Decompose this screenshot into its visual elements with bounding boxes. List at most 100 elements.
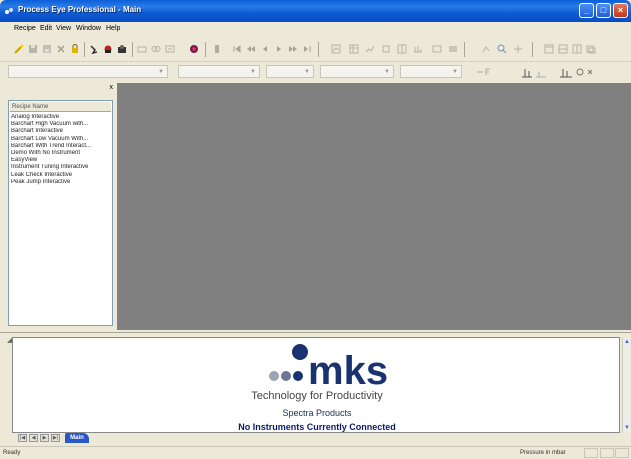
maximize-button[interactable]: □: [596, 3, 611, 18]
play-icon[interactable]: [274, 44, 284, 54]
zoom-icon[interactable]: [497, 44, 507, 54]
recipe-name-column-header[interactable]: Recipe Name: [10, 102, 111, 112]
mdi-workspace[interactable]: [117, 83, 631, 330]
toolbar-separator: [464, 42, 465, 57]
save-icon[interactable]: [28, 44, 38, 54]
list-item[interactable]: Barchart High Vacuum with...: [11, 121, 111, 128]
zoom-fit-icon[interactable]: [432, 44, 442, 54]
view-icon[interactable]: [381, 44, 391, 54]
toolbar-separator: [84, 42, 85, 57]
link-icon[interactable]: [137, 44, 147, 54]
table-icon[interactable]: [349, 44, 359, 54]
brand-wordmark: mks: [308, 349, 388, 388]
list-item[interactable]: Peak Jump Interactive: [11, 179, 111, 186]
list-item[interactable]: Demo With No Instrument: [11, 150, 111, 157]
trend-icon[interactable]: [365, 44, 375, 54]
list-item[interactable]: Leak Check Interactive: [11, 172, 111, 179]
status-text: Ready: [3, 450, 21, 456]
menu-help[interactable]: Help: [106, 25, 120, 32]
connection-status: No Instruments Currently Connected: [238, 422, 396, 432]
wand-icon[interactable]: [14, 44, 24, 54]
first-icon[interactable]: [232, 44, 242, 54]
list-item[interactable]: Barchart Interactive: [11, 128, 111, 135]
chevron-down-icon: ▼: [158, 69, 164, 75]
chevron-down-icon: ▼: [304, 69, 310, 75]
menu-recipe[interactable]: Recipe: [14, 25, 36, 32]
rewind-icon[interactable]: [260, 44, 270, 54]
toolbar-separator: [532, 42, 533, 57]
channel-combo[interactable]: ▼: [320, 65, 394, 78]
window-title: Process Eye Professional - Main: [18, 5, 142, 14]
layout-icon[interactable]: [413, 44, 423, 54]
tab-prev-icon[interactable]: ◀: [29, 434, 38, 442]
chevron-down-icon: ▼: [452, 69, 458, 75]
toolbar-separator: [205, 42, 206, 57]
status-cell: [600, 448, 614, 458]
toolbar-separator: [318, 42, 319, 57]
delete-icon[interactable]: [56, 44, 66, 54]
forward-icon[interactable]: [288, 44, 298, 54]
prev-icon[interactable]: [246, 44, 256, 54]
axis-log-icon[interactable]: [558, 66, 598, 78]
recipe-combo[interactable]: ▼: [8, 65, 168, 78]
run-icon[interactable]: [89, 44, 99, 54]
info-document: mks Technology for Productivity Spectra …: [12, 337, 620, 433]
mode-combo[interactable]: ▼: [266, 65, 314, 78]
list-item[interactable]: Instrument Tuning Interactive: [11, 164, 111, 171]
tab-last-icon[interactable]: ▶|: [51, 434, 60, 442]
cascade-icon[interactable]: [572, 44, 582, 54]
tagline: Technology for Productivity: [251, 390, 383, 402]
recipe-list[interactable]: Recipe Name Analog Interactive Barchart …: [8, 100, 113, 326]
menu-view[interactable]: View: [56, 25, 71, 32]
minimize-button[interactable]: _: [579, 3, 594, 18]
skip-icon[interactable]: [212, 44, 222, 54]
menu-window[interactable]: Window: [76, 25, 101, 32]
range-combo[interactable]: ▼: [400, 65, 462, 78]
chart-icon[interactable]: [331, 44, 341, 54]
chevron-down-icon: ▼: [250, 69, 256, 75]
product-line: Spectra Products: [282, 408, 352, 418]
tab-main[interactable]: Main: [65, 433, 89, 443]
last-icon[interactable]: [302, 44, 312, 54]
list-item[interactable]: Barchart With Trend Interact...: [11, 143, 111, 150]
status-cell: [615, 448, 629, 458]
list-item[interactable]: Barchart Low Vacuum With...: [11, 136, 111, 143]
status-bar: Ready Pressure in mbar: [0, 446, 631, 459]
tab-first-icon[interactable]: |◀: [18, 434, 27, 442]
marker-icon[interactable]: [513, 44, 523, 54]
record-icon[interactable]: [103, 44, 113, 54]
instrument-combo[interactable]: ▼: [178, 65, 260, 78]
recipe-list-body: Analog Interactive Barchart High Vacuum …: [11, 114, 111, 186]
selector-row: ▼ ▼ ▼ ▼ ▼: [0, 62, 631, 82]
menu-bar: Recipe Edit View Window Help: [0, 22, 631, 37]
scale-icon[interactable]: [476, 68, 492, 76]
scroll-down-icon[interactable]: ▼: [624, 425, 630, 431]
app-icon: [5, 8, 13, 14]
panel-close-button[interactable]: x: [110, 84, 114, 91]
info-pane: ◢ mks Technology for Productivity Spectr…: [0, 332, 631, 444]
axis-linear-icon[interactable]: [520, 66, 548, 78]
tile-icon[interactable]: [558, 44, 568, 54]
window-icon[interactable]: [544, 44, 554, 54]
refresh-icon[interactable]: [586, 44, 596, 54]
config-icon[interactable]: [165, 44, 175, 54]
save-as-icon[interactable]: [42, 44, 52, 54]
unlink-icon[interactable]: [151, 44, 161, 54]
title-bar[interactable]: Process Eye Professional - Main _ □ ×: [0, 0, 631, 22]
lock-icon[interactable]: [70, 44, 80, 54]
bars-icon[interactable]: [448, 44, 458, 54]
status-cell: [584, 448, 598, 458]
grid-icon[interactable]: [397, 44, 407, 54]
stop-icon[interactable]: [117, 44, 127, 54]
mks-logo: mks: [269, 344, 388, 388]
tab-next-icon[interactable]: ▶: [40, 434, 49, 442]
menu-edit[interactable]: Edit: [40, 25, 52, 32]
cursor-icon[interactable]: [481, 44, 491, 54]
instrument-icon[interactable]: [189, 44, 199, 54]
list-item[interactable]: EasyView: [11, 157, 111, 164]
close-button[interactable]: ×: [613, 3, 628, 18]
toolbar-separator: [132, 42, 133, 57]
scroll-up-icon[interactable]: ▲: [624, 339, 630, 345]
list-item[interactable]: Analog Interactive: [11, 114, 111, 121]
vertical-scrollbar[interactable]: ▲ ▼: [622, 337, 630, 433]
